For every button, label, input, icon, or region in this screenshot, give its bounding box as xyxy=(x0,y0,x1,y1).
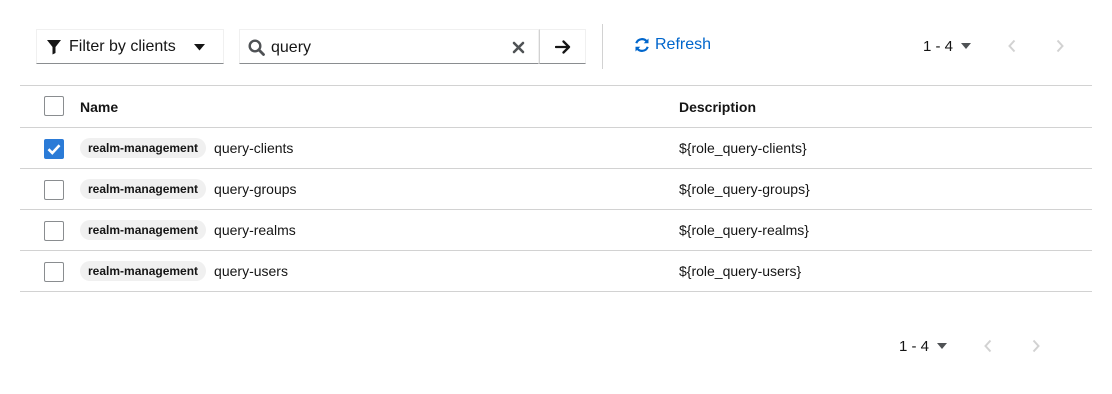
top-pagination: 1 - 4 xyxy=(923,37,1073,55)
angle-left-icon[interactable] xyxy=(1007,39,1017,53)
search-submit-button[interactable] xyxy=(539,29,586,64)
role-name: query-groups xyxy=(214,181,297,197)
role-name-cell: realm-management query-users xyxy=(80,251,288,291)
pagination-range-toggle[interactable]: 1 - 4 xyxy=(923,37,972,55)
check-icon xyxy=(47,144,61,155)
angle-right-icon[interactable] xyxy=(1055,39,1065,53)
toolbar: Filter by clients query Refresh 1 - 4 xyxy=(0,0,1112,92)
role-name-cell: realm-management query-clients xyxy=(80,128,293,168)
row-checkbox[interactable] xyxy=(44,221,64,241)
refresh-button[interactable]: Refresh xyxy=(634,36,711,54)
caret-down-icon xyxy=(937,343,948,349)
pagination-range-toggle[interactable]: 1 - 4 xyxy=(899,337,948,355)
sync-icon xyxy=(635,38,649,52)
role-description: ${role_query-clients} xyxy=(679,140,807,156)
client-badge: realm-management xyxy=(80,179,207,199)
filter-icon xyxy=(47,39,61,54)
search-group xyxy=(239,29,586,64)
roles-table: Name Description realm-management query-… xyxy=(20,85,1092,292)
role-name-cell: realm-management query-realms xyxy=(80,210,296,250)
role-description: ${role_query-users} xyxy=(679,263,802,279)
table-header-row: Name Description xyxy=(20,86,1092,128)
select-all-checkbox[interactable] xyxy=(44,96,64,116)
column-header-name[interactable]: Name xyxy=(80,86,118,127)
filter-select-label: Filter by clients xyxy=(69,37,176,55)
bottom-pagination: 1 - 4 xyxy=(899,337,1049,355)
client-badge: realm-management xyxy=(80,220,207,240)
angle-right-icon[interactable] xyxy=(1031,339,1041,353)
role-name-cell: realm-management query-groups xyxy=(80,169,297,209)
table-row: realm-management query-clients ${role_qu… xyxy=(20,128,1092,169)
table-row: realm-management query-users ${role_quer… xyxy=(20,251,1092,292)
toolbar-divider xyxy=(602,24,603,69)
client-badge: realm-management xyxy=(80,138,207,158)
filter-by-clients-select[interactable]: Filter by clients xyxy=(36,29,224,64)
arrow-right-icon xyxy=(554,39,570,54)
role-name: query-clients xyxy=(214,140,294,156)
row-checkbox[interactable] xyxy=(44,262,64,282)
table-row: realm-management query-realms ${role_que… xyxy=(20,210,1092,251)
role-name: query-realms xyxy=(214,222,296,238)
pagination-range-label: 1 - 4 xyxy=(899,337,930,355)
column-header-description[interactable]: Description xyxy=(679,86,756,127)
row-checkbox[interactable] xyxy=(44,139,64,159)
client-badge: realm-management xyxy=(80,261,207,281)
search-icon xyxy=(248,39,265,56)
row-checkbox[interactable] xyxy=(44,180,64,200)
search-input[interactable] xyxy=(271,38,496,58)
refresh-label: Refresh xyxy=(655,36,712,53)
role-description: ${role_query-realms} xyxy=(679,222,809,238)
search-box xyxy=(239,29,539,64)
caret-down-icon xyxy=(194,44,205,51)
angle-left-icon[interactable] xyxy=(983,339,993,353)
pagination-range-label: 1 - 4 xyxy=(923,37,954,55)
close-icon[interactable] xyxy=(512,41,525,54)
role-description: ${role_query-groups} xyxy=(679,181,810,197)
table-row: realm-management query-groups ${role_que… xyxy=(20,169,1092,210)
caret-down-icon xyxy=(961,43,972,49)
role-name: query-users xyxy=(214,263,288,279)
